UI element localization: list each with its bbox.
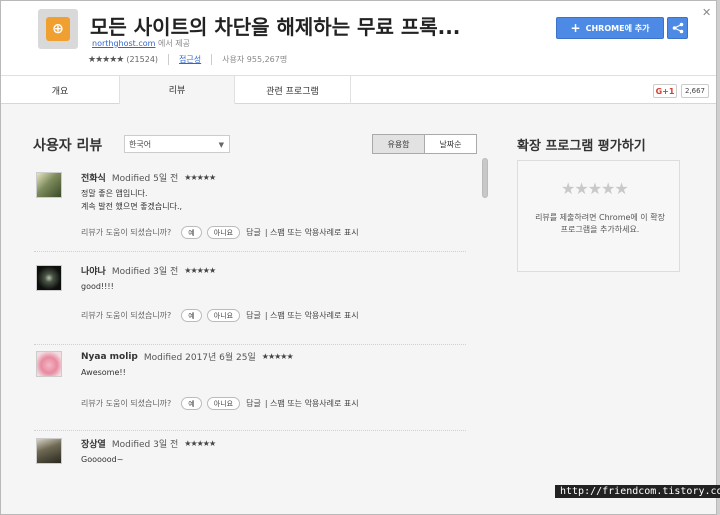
reviews-panel: 사용자 리뷰 한국어 ▼ 유용함 날짜순 전화식 Modified 5일 전 ★… — [1, 104, 716, 514]
user-count: 사용자 955,267명 — [222, 55, 288, 64]
helpful-row: 리뷰가 도움이 되셨습니까? 예 아니요 답글 | 스팸 또는 악용사례로 표시 — [81, 397, 359, 410]
sort-date-button[interactable]: 날짜순 — [425, 135, 476, 153]
provider-link[interactable]: northghost.com — [92, 39, 155, 48]
reviews-title: 사용자 리뷰 — [33, 138, 103, 154]
reviewer-name[interactable]: 나야나 — [81, 264, 106, 277]
tab-bar: 개요 리뷰 관련 프로그램 G+1 2,667 — [1, 75, 716, 104]
divider — [168, 54, 170, 65]
extension-title: 모든 사이트의 차단을 해제하는 무료 프록... — [90, 15, 461, 39]
tab-related[interactable]: 관련 프로그램 — [235, 76, 351, 104]
avatar — [36, 351, 62, 377]
rate-title: 확장 프로그램 평가하기 — [517, 139, 646, 154]
review-stars: ★★★★★ — [184, 439, 216, 448]
helpful-question: 리뷰가 도움이 되셨습니까? — [81, 399, 172, 408]
rate-box: ★★★★★ 리뷰를 제출하려면 Chrome에 이 확장 프로그램을 추가하세요… — [517, 160, 680, 272]
add-button-label: CHROME에 추가 — [585, 23, 650, 33]
report-spam-link[interactable]: | 스팸 또는 악용사례로 표시 — [265, 227, 359, 238]
rating-stars: ★★★★★ — [88, 54, 124, 65]
review-date: Modified 5일 전 — [111, 174, 179, 184]
helpful-question: 리뷰가 도움이 되셨습니까? — [81, 311, 172, 320]
rating-count: (21524) — [126, 55, 159, 64]
extension-icon: ⊕ — [38, 9, 78, 49]
avatar — [36, 265, 62, 291]
review-text-line: Awesome!! — [81, 368, 126, 377]
plus-icon: + — [570, 21, 581, 35]
helpful-yes-button[interactable]: 예 — [181, 309, 202, 322]
reply-link[interactable]: 답글 — [246, 227, 261, 238]
helpful-no-button[interactable]: 아니요 — [206, 226, 241, 239]
avatar — [36, 172, 62, 198]
extension-dialog: ⊕ 모든 사이트의 차단을 해제하는 무료 프록... northghost.c… — [0, 0, 717, 515]
helpful-no-button[interactable]: 아니요 — [206, 309, 241, 322]
proxy-logo-icon: ⊕ — [46, 17, 70, 41]
tab-reviews[interactable]: 리뷰 — [120, 76, 235, 104]
avatar — [36, 438, 62, 464]
report-spam-link[interactable]: | 스팸 또는 악용사례로 표시 — [265, 310, 359, 321]
review-text-line: 계속 발전 했으면 좋겠습니다., — [81, 202, 183, 211]
reply-link[interactable]: 답글 — [246, 310, 261, 321]
review-header: 나야나 Modified 3일 전 ★★★★★ — [81, 264, 216, 277]
helpful-row: 리뷰가 도움이 되셨습니까? 예 아니요 답글 | 스팸 또는 악용사례로 표시 — [81, 309, 359, 322]
review-text-line: Goooood~ — [81, 455, 124, 464]
review-text: Awesome!! — [81, 366, 126, 379]
review-stars: ★★★★★ — [184, 173, 216, 182]
review-item: 나야나 Modified 3일 전 ★★★★★ good!!!! 리뷰가 도움이… — [34, 259, 466, 345]
tab-overview[interactable]: 개요 — [1, 76, 120, 104]
meta-row: ★★★★★ (21524) 접근성 사용자 955,267명 — [88, 54, 287, 65]
review-item: 장상열 Modified 3일 전 ★★★★★ Goooood~ — [34, 432, 466, 482]
category-link[interactable]: 접근성 — [179, 54, 201, 65]
share-icon — [672, 22, 683, 34]
chevron-down-icon: ▼ — [218, 141, 224, 149]
watermark: http://friendcom.tistory.com — [555, 485, 720, 498]
divider — [211, 54, 213, 65]
review-stars: ★★★★★ — [261, 352, 294, 361]
review-date: Modified 3일 전 — [111, 267, 179, 277]
helpful-row: 리뷰가 도움이 되셨습니까? 예 아니요 답글 | 스팸 또는 악용사례로 표시 — [81, 226, 359, 239]
review-text: good!!!! — [81, 280, 114, 293]
reviewer-name[interactable]: 장상열 — [81, 437, 106, 450]
gplus-button[interactable]: G+1 — [653, 84, 677, 98]
provider-suffix: 에서 제공 — [157, 39, 190, 48]
reviews-scrollbar[interactable] — [481, 156, 489, 483]
header: ⊕ 모든 사이트의 차단을 해제하는 무료 프록... northghost.c… — [1, 1, 716, 75]
review-text-line: good!!!! — [81, 282, 114, 291]
review-header: Nyaa molip Modified 2017년 6월 25일 ★★★★★ — [81, 350, 294, 364]
reviewer-name[interactable]: Nyaa molip — [81, 352, 138, 362]
reply-link[interactable]: 답글 — [246, 398, 261, 409]
review-item: 전화식 Modified 5일 전 ★★★★★ 정말 좋은 앱입니다. 계속 발… — [34, 166, 466, 252]
rating-input-stars[interactable]: ★★★★★ — [561, 179, 629, 198]
sort-helpful-button[interactable]: 유용함 — [373, 135, 425, 153]
helpful-yes-button[interactable]: 예 — [181, 397, 202, 410]
language-value: 한국어 — [129, 139, 152, 149]
share-button[interactable] — [667, 17, 688, 39]
review-text: 정말 좋은 앱입니다. 계속 발전 했으면 좋겠습니다., — [81, 187, 182, 213]
sort-toggle: 유용함 날짜순 — [372, 134, 477, 154]
helpful-yes-button[interactable]: 예 — [181, 226, 202, 239]
review-date: Modified 3일 전 — [111, 440, 179, 450]
review-text-line: 정말 좋은 앱입니다. — [81, 189, 148, 198]
helpful-no-button[interactable]: 아니요 — [206, 397, 241, 410]
rate-instructions: 리뷰를 제출하려면 Chrome에 이 확장 프로그램을 추가하세요. — [535, 213, 665, 234]
add-to-chrome-button[interactable]: + CHROME에 추가 — [556, 17, 664, 39]
helpful-question: 리뷰가 도움이 되셨습니까? — [81, 228, 172, 237]
review-date: Modified 2017년 6월 25일 — [143, 353, 256, 363]
review-text: Goooood~ — [81, 453, 123, 466]
review-header: 전화식 Modified 5일 전 ★★★★★ — [81, 171, 216, 184]
review-stars: ★★★★★ — [184, 266, 216, 275]
provider-row: northghost.com 에서 제공 — [92, 38, 190, 49]
review-header: 장상열 Modified 3일 전 ★★★★★ — [81, 437, 216, 450]
reviewer-name[interactable]: 전화식 — [81, 171, 106, 184]
scrollbar-thumb[interactable] — [482, 158, 488, 198]
report-spam-link[interactable]: | 스팸 또는 악용사례로 표시 — [265, 398, 359, 409]
close-icon[interactable]: ✕ — [702, 6, 711, 19]
language-select[interactable]: 한국어 ▼ — [124, 135, 230, 153]
review-item: Nyaa molip Modified 2017년 6월 25일 ★★★★★ A… — [34, 345, 466, 431]
gplus-count: 2,667 — [681, 84, 709, 98]
